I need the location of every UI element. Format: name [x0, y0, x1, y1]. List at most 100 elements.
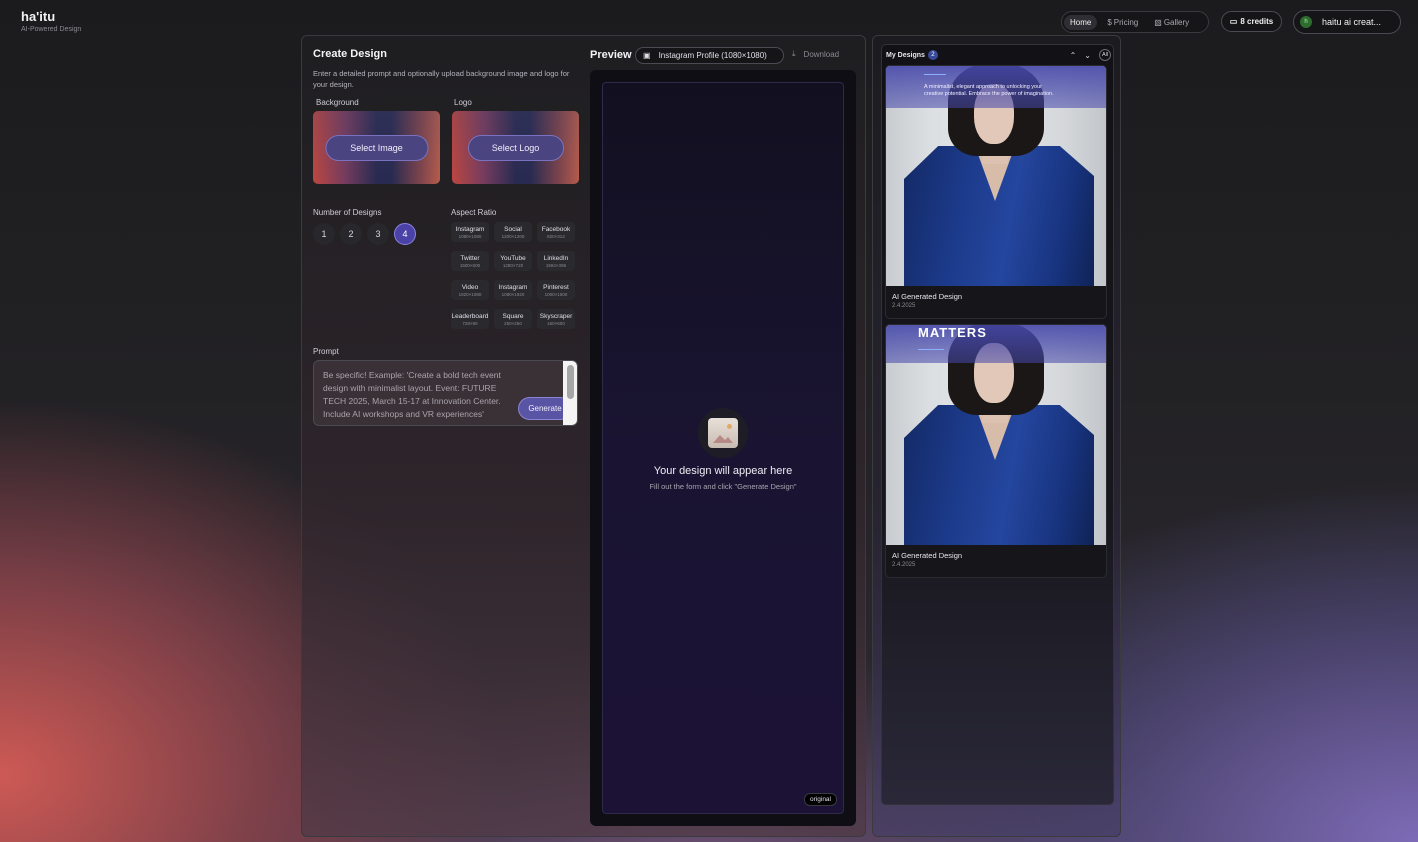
- prompt-placeholder: Be specific! Example: 'Create a bold tec…: [323, 370, 501, 419]
- aspect-name: Facebook: [541, 225, 571, 233]
- design-date: 2.4.2025: [892, 303, 916, 309]
- aspect-option[interactable]: Video 1920×1080: [451, 280, 489, 300]
- aspect-name: Social: [504, 225, 522, 233]
- design-title: AI Generated Design: [892, 551, 963, 560]
- num-option-4[interactable]: 4: [394, 223, 416, 245]
- aspect-size: 1000×1500: [544, 291, 568, 297]
- num-option-1[interactable]: 1: [313, 223, 335, 245]
- aspect-size: 1080×1080: [458, 233, 482, 239]
- design-thumbnail[interactable]: A minimalist, elegant approach to unlock…: [886, 66, 1106, 286]
- dollar-icon: $: [1107, 17, 1112, 27]
- preview-canvas: Your design will appear here Fill out th…: [602, 82, 844, 814]
- aspect-size: 250×250: [504, 320, 522, 326]
- aspect-name: Pinterest: [543, 283, 569, 291]
- aspect-name: Twitter: [460, 254, 480, 262]
- nav-home-label: Home: [1070, 17, 1092, 27]
- design-card[interactable]: A minimalist, elegant approach to unlock…: [885, 65, 1107, 319]
- aspect-name: LinkedIn: [543, 254, 569, 262]
- crop-icon: ▣: [643, 51, 651, 60]
- aspect-option[interactable]: Pinterest 1000×1500: [537, 280, 575, 300]
- credits-button[interactable]: ▭ 8 credits: [1221, 11, 1282, 32]
- design-card[interactable]: MATTERS AI Generated Design 2.4.2025: [885, 324, 1107, 578]
- aspect-name: Instagram: [498, 283, 528, 291]
- aspect-size: 1920×1080: [458, 291, 482, 297]
- download-icon: ⤓: [792, 49, 796, 58]
- main-nav: Home $ Pricing ▧ Gallery: [1061, 11, 1209, 33]
- nav-gallery-label: Gallery: [1163, 17, 1190, 27]
- scroll-thumb[interactable]: [567, 365, 574, 399]
- aspect-option[interactable]: Social 1200×1200: [494, 222, 532, 242]
- download-label: Download: [803, 49, 840, 59]
- format-selector[interactable]: ▣ Instagram Profile (1080×1080): [635, 47, 784, 64]
- aspect-name: Instagram: [455, 225, 485, 233]
- download-button[interactable]: ⤓ Download: [792, 49, 839, 59]
- aspect-option[interactable]: Leaderboard 728×90: [451, 309, 489, 329]
- create-panel: Create Design Enter a detailed prompt an…: [301, 35, 866, 837]
- image-placeholder-icon: [698, 408, 748, 458]
- preview-frame: Your design will appear here Fill out th…: [590, 70, 856, 826]
- num-option-3[interactable]: 3: [367, 223, 389, 245]
- aspect-ratio-label: Aspect Ratio: [451, 208, 497, 217]
- aspect-name: Leaderboard: [451, 312, 489, 320]
- logo-upload[interactable]: Select Logo: [452, 111, 579, 184]
- design-thumbnail[interactable]: MATTERS: [886, 325, 1106, 545]
- designs-count-badge: 2: [927, 50, 938, 60]
- design-headline: MATTERS: [918, 325, 987, 340]
- app-name: ha'itu: [21, 9, 56, 24]
- user-menu-button[interactable]: h haitu ai creat...: [1293, 10, 1401, 34]
- avatar: h: [1300, 16, 1312, 28]
- logo-label: Logo: [454, 98, 472, 107]
- app-tagline: AI-Powered Design: [21, 26, 82, 33]
- aspect-size: 728×90: [462, 320, 478, 326]
- designs-panel: My Designs 2 ⌃ ⌄ All A minimalist, elega…: [872, 35, 1121, 837]
- select-image-button[interactable]: Select Image: [325, 134, 428, 161]
- background-label: Background: [316, 98, 359, 107]
- designs-list[interactable]: My Designs 2 ⌃ ⌄ All A minimalist, elega…: [881, 44, 1114, 805]
- aspect-option[interactable]: Facebook 820×312: [537, 222, 575, 242]
- design-overlay-text: A minimalist, elegant approach to unlock…: [924, 84, 1054, 97]
- aspect-size: 1200×1200: [501, 233, 525, 239]
- num-option-2[interactable]: 2: [340, 223, 362, 245]
- background-upload[interactable]: Select Image: [313, 111, 440, 184]
- original-badge: original: [804, 793, 837, 806]
- nav-gallery[interactable]: ▧ Gallery: [1148, 15, 1195, 30]
- design-divider: [924, 74, 946, 75]
- prompt-input[interactable]: Be specific! Example: 'Create a bold tec…: [313, 360, 578, 426]
- num-designs-selector: 1 2 3 4: [313, 223, 416, 245]
- placeholder-subtitle: Fill out the form and click "Generate De…: [649, 482, 797, 491]
- nav-pricing[interactable]: $ Pricing: [1101, 15, 1144, 30]
- designs-title: My Designs: [886, 51, 925, 59]
- aspect-option[interactable]: Twitter 1500×500: [451, 251, 489, 271]
- all-button[interactable]: All: [1099, 49, 1111, 61]
- chevron-down-icon[interactable]: ⌄: [1084, 51, 1091, 60]
- design-divider: [918, 349, 944, 350]
- aspect-option[interactable]: LinkedIn 1584×396: [537, 251, 575, 271]
- designs-controls: ⌃ ⌄ All: [1070, 49, 1111, 61]
- aspect-size: 160×600: [547, 320, 565, 326]
- aspect-size: 820×312: [547, 233, 565, 239]
- select-logo-button[interactable]: Select Logo: [467, 134, 564, 161]
- aspect-name: Square: [502, 312, 524, 320]
- aspect-name: Video: [461, 283, 479, 291]
- aspect-option[interactable]: Instagram 1080×1080: [451, 222, 489, 242]
- format-label: Instagram Profile (1080×1080): [658, 51, 767, 60]
- prompt-label: Prompt: [313, 347, 339, 356]
- aspect-option[interactable]: Square 250×250: [494, 309, 532, 329]
- prompt-scrollbar[interactable]: [563, 361, 577, 425]
- image-icon: [708, 418, 738, 448]
- aspect-name: Skyscraper: [539, 312, 573, 320]
- brand[interactable]: ha'itu AI-Powered Design: [21, 9, 81, 33]
- aspect-option[interactable]: Instagram 1080×1920: [494, 280, 532, 300]
- aspect-option[interactable]: YouTube 1280×720: [494, 251, 532, 271]
- credits-label: 8 credits: [1240, 17, 1274, 26]
- chevron-up-icon[interactable]: ⌃: [1070, 51, 1077, 60]
- aspect-option[interactable]: Skyscraper 160×600: [537, 309, 575, 329]
- nav-home[interactable]: Home: [1064, 14, 1098, 30]
- design-meta: AI Generated Design 2.4.2025: [886, 545, 1106, 577]
- placeholder-title: Your design will appear here: [653, 465, 793, 477]
- user-name: haitu ai creat...: [1322, 17, 1382, 27]
- aspect-size: 1584×396: [545, 262, 567, 268]
- aspect-ratio-grid: Instagram 1080×1080 Social 1200×1200 Faceb…: [451, 222, 575, 329]
- designs-header: My Designs 2 ⌃ ⌄ All: [886, 48, 1111, 62]
- aspect-size: 1500×500: [459, 262, 481, 268]
